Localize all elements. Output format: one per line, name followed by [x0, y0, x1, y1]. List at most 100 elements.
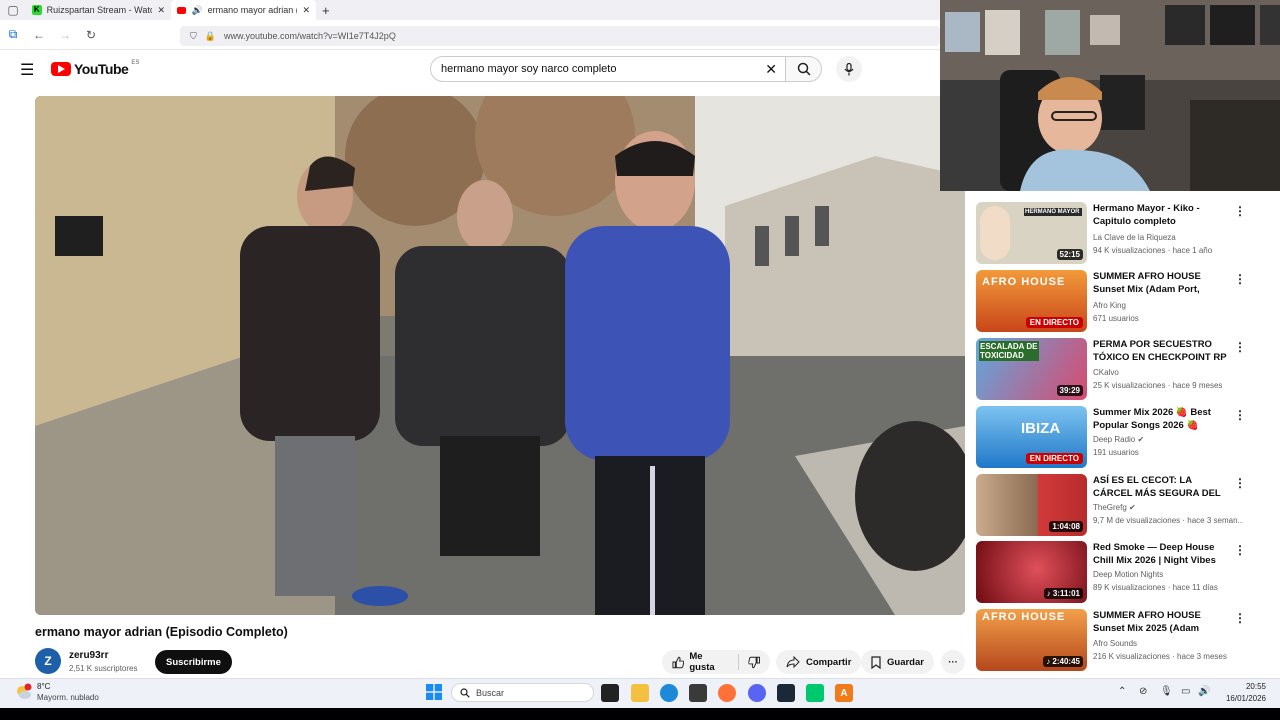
- more-actions-button[interactable]: ···: [941, 650, 965, 674]
- taskbar-search[interactable]: Buscar: [451, 683, 594, 702]
- clock-time[interactable]: 20:55: [1232, 682, 1266, 691]
- more-options-icon[interactable]: ⋮: [1234, 340, 1246, 354]
- recommendation-channel[interactable]: Deep Motion Nights: [1093, 570, 1163, 579]
- browser-tab-bar: ▢ K Ruizspartan Stream - Watch Live ✕ 🔊 …: [0, 0, 940, 20]
- store-icon[interactable]: [689, 684, 707, 702]
- video-thumbnail[interactable]: AFRO HOUSE EN DIRECTO: [976, 270, 1087, 332]
- tab-ruizspartan[interactable]: K Ruizspartan Stream - Watch Live ✕: [26, 0, 171, 20]
- bookmark-icon: [871, 655, 881, 669]
- menu-icon[interactable]: ☰: [20, 60, 34, 80]
- like-button[interactable]: Me gusta: [672, 651, 729, 673]
- tab-overview-icon[interactable]: ▢: [0, 3, 26, 17]
- clock-date[interactable]: 16/01/2026: [1216, 694, 1266, 703]
- video-thumbnail[interactable]: HERMANO MAYOR 52:15: [976, 202, 1087, 264]
- thumbnail-text: ESCALADA DE TOXICIDAD: [979, 341, 1039, 361]
- video-thumbnail[interactable]: AFRO HOUSE ♪ 2:40:45: [976, 609, 1087, 671]
- recommendation-channel[interactable]: La Clave de la Riqueza: [1093, 233, 1176, 242]
- weather-desc[interactable]: Mayorm. nublado: [37, 693, 99, 702]
- divider: [737, 654, 739, 670]
- recommendation-channel[interactable]: CKalvo: [1093, 368, 1119, 377]
- tab-youtube[interactable]: 🔊 ermano mayor adrian (Episo ✕: [171, 0, 316, 20]
- thumbs-down-icon[interactable]: [747, 656, 760, 669]
- recommendation-title[interactable]: SUMMER AFRO HOUSE Sunset Mix (Adam Port,…: [1093, 270, 1231, 297]
- video-thumbnail[interactable]: ♪ 3:11:01: [976, 541, 1087, 603]
- channel-name[interactable]: zeru93rr: [69, 650, 108, 661]
- search-input[interactable]: hermano mayor soy narco completo ✕: [430, 56, 786, 82]
- more-options-icon[interactable]: ⋮: [1234, 204, 1246, 218]
- recommendation-item[interactable]: ESCALADA DE TOXICIDAD 39:29 PERMA POR SE…: [976, 338, 1261, 400]
- forward-icon[interactable]: →: [52, 28, 78, 42]
- url-text[interactable]: www.youtube.com/watch?v=WI1e7T4J2pQ: [224, 31, 396, 41]
- reload-icon[interactable]: ↻: [78, 28, 104, 42]
- recommendation-item[interactable]: AFRO HOUSE ♪ 2:40:45 SUMMER AFRO HOUSE S…: [976, 609, 1261, 671]
- sidebar-toggle-icon[interactable]: ⧉: [0, 27, 26, 42]
- new-tab-button[interactable]: +: [316, 0, 336, 20]
- shield-icon[interactable]: ⛉: [190, 31, 197, 42]
- microphone-tray-icon[interactable]: 🎙: [1160, 686, 1173, 697]
- back-icon[interactable]: ←: [26, 28, 52, 42]
- more-options-icon[interactable]: ⋮: [1234, 408, 1246, 422]
- thumbs-up-icon: [672, 656, 685, 668]
- channel-avatar[interactable]: Z: [35, 648, 61, 674]
- voice-search-button[interactable]: [836, 56, 862, 82]
- recommendation-meta: 671 usuarios: [1093, 314, 1139, 323]
- tab-label: ermano mayor adrian (Episo: [207, 5, 298, 15]
- display-icon[interactable]: ▭: [1181, 686, 1190, 697]
- recommendation-item[interactable]: AFRO HOUSE EN DIRECTO SUMMER AFRO HOUSE …: [976, 270, 1261, 332]
- weather-temp[interactable]: 8°C: [37, 682, 50, 691]
- thumbnail-figure: [980, 206, 1010, 260]
- clear-icon[interactable]: ✕: [765, 61, 785, 78]
- app-icon[interactable]: [806, 684, 824, 702]
- recommendation-channel[interactable]: Afro Sounds: [1093, 639, 1137, 648]
- steam-icon[interactable]: [777, 684, 795, 702]
- recommendation-title[interactable]: Summer Mix 2026 🍓 Best Popular Songs 202…: [1093, 406, 1231, 433]
- recommendation-meta: 94 K visualizaciones · hace 1 año: [1093, 246, 1213, 255]
- weather-icon[interactable]: [14, 683, 32, 701]
- recommendation-item[interactable]: IBIZA EN DIRECTO Summer Mix 2026 🍓 Best …: [976, 406, 1261, 468]
- video-thumbnail[interactable]: ESCALADA DE TOXICIDAD 39:29: [976, 338, 1087, 400]
- more-options-icon[interactable]: ⋮: [1234, 272, 1246, 286]
- search-query[interactable]: hermano mayor soy narco completo: [441, 63, 765, 75]
- webcam-frame: [940, 0, 1280, 191]
- video-player[interactable]: [35, 96, 965, 615]
- app-icon-2[interactable]: A: [835, 684, 853, 702]
- more-options-icon[interactable]: ⋮: [1234, 611, 1246, 625]
- more-options-icon[interactable]: ⋮: [1234, 476, 1246, 490]
- recommendation-channel[interactable]: Deep Radio ✔: [1093, 435, 1144, 444]
- recommendation-item[interactable]: ♪ 3:11:01 Red Smoke — Deep House Chill M…: [976, 541, 1261, 603]
- recommendation-title[interactable]: SUMMER AFRO HOUSE Sunset Mix 2025 (Adam …: [1093, 609, 1231, 636]
- more-options-icon[interactable]: ⋮: [1234, 543, 1246, 557]
- tray-chevron-icon[interactable]: ⌃: [1118, 686, 1126, 697]
- volume-icon[interactable]: 🔊: [1198, 686, 1210, 697]
- firefox-icon[interactable]: [718, 684, 736, 702]
- recommendation-channel[interactable]: TheGrefg ✔: [1093, 503, 1136, 512]
- video-thumbnail[interactable]: 1:04:08: [976, 474, 1087, 536]
- network-off-icon[interactable]: ⊘: [1139, 686, 1147, 697]
- recommendation-title[interactable]: ASÍ ES EL CECOT: LA CÁRCEL MÁS SEGURA DE…: [1093, 474, 1231, 501]
- close-icon[interactable]: ✕: [157, 5, 165, 16]
- speaker-icon[interactable]: 🔊: [191, 5, 202, 16]
- video-title: ermano mayor adrian (Episodio Completo): [35, 625, 288, 639]
- file-explorer-icon[interactable]: [631, 684, 649, 702]
- share-button[interactable]: Compartir: [776, 650, 862, 674]
- edge-icon[interactable]: [660, 684, 678, 702]
- recommendation-channel[interactable]: Afro King: [1093, 301, 1126, 310]
- close-icon[interactable]: ✕: [302, 5, 310, 16]
- thumbnail-text: IBIZA: [1021, 420, 1061, 437]
- windows-start-icon[interactable]: [426, 684, 442, 700]
- task-view-icon[interactable]: [601, 684, 619, 702]
- discord-icon[interactable]: [748, 684, 766, 702]
- recommendation-item[interactable]: HERMANO MAYOR 52:15 Hermano Mayor - Kiko…: [976, 202, 1261, 264]
- url-bar[interactable]: ⛉ 🔒 www.youtube.com/watch?v=WI1e7T4J2pQ: [180, 26, 940, 46]
- recommendation-meta: 89 K visualizaciones · hace 11 días: [1093, 583, 1218, 592]
- youtube-logo[interactable]: YouTube ES: [51, 60, 139, 77]
- search-button[interactable]: [786, 56, 822, 82]
- duration-badge: ♪ 2:40:45: [1043, 656, 1083, 667]
- recommendation-title[interactable]: PERMA POR SECUESTRO TÓXICO EN CHECKPOINT…: [1093, 338, 1231, 364]
- save-button[interactable]: Guardar: [861, 650, 934, 674]
- recommendation-title[interactable]: Hermano Mayor - Kiko - Capitulo completo: [1093, 202, 1231, 228]
- video-thumbnail[interactable]: IBIZA EN DIRECTO: [976, 406, 1087, 468]
- subscribe-button[interactable]: Suscribirme: [155, 650, 232, 674]
- recommendation-item[interactable]: 1:04:08 ASÍ ES EL CECOT: LA CÁRCEL MÁS S…: [976, 474, 1261, 536]
- recommendation-title[interactable]: Red Smoke — Deep House Chill Mix 2026 | …: [1093, 541, 1231, 567]
